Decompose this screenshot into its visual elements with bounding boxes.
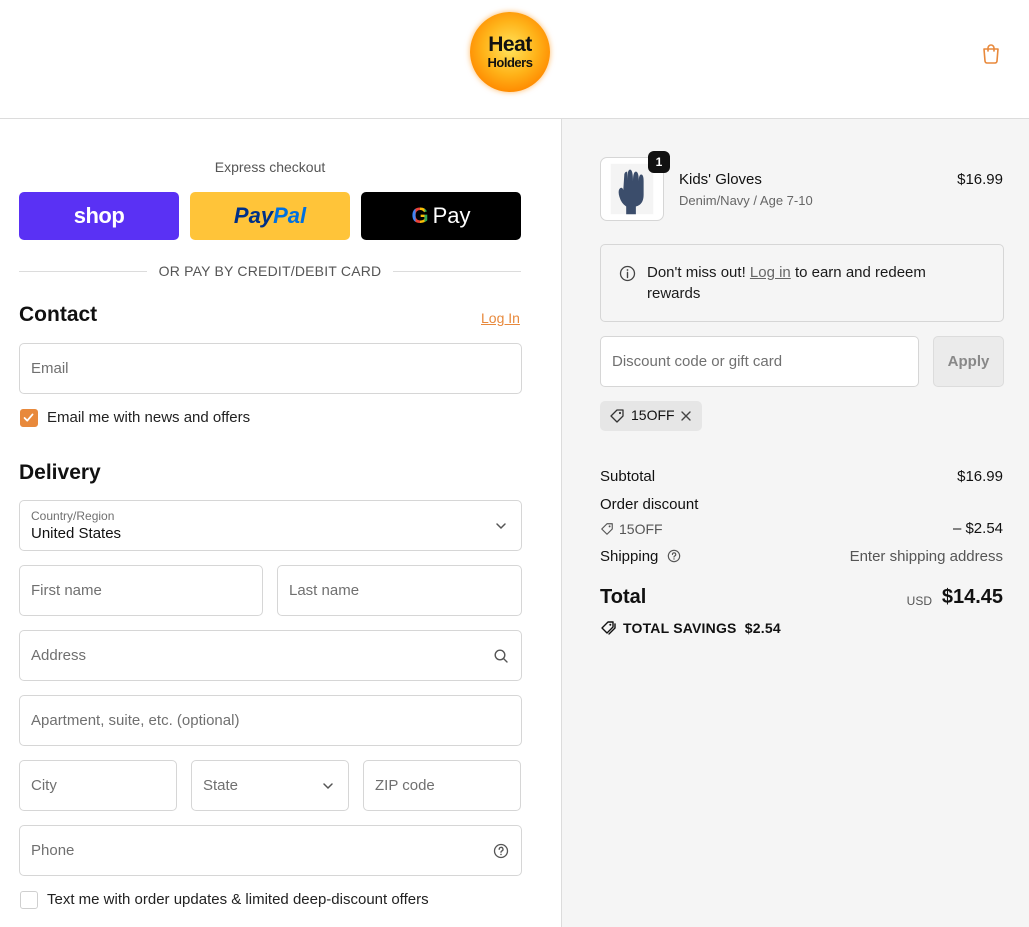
- help-circle-icon[interactable]: [667, 549, 681, 563]
- discount-placeholder: Discount code or gift card: [612, 353, 783, 370]
- shop-pay-label: shop: [73, 203, 125, 228]
- express-checkout-title: Express checkout: [214, 159, 326, 175]
- product-variant: Denim/Navy / Age 7-10: [679, 193, 813, 208]
- first-name-field[interactable]: First name: [19, 565, 263, 616]
- info-icon: [619, 265, 636, 282]
- shopping-bag-icon[interactable]: [980, 42, 1002, 64]
- login-link[interactable]: Log In: [481, 310, 520, 326]
- phone-placeholder: Phone: [31, 842, 75, 859]
- quantity-badge: 1: [648, 151, 670, 173]
- heat-holders-logo[interactable]: Heat Holders: [470, 12, 550, 92]
- total-value: $14.45: [941, 586, 1003, 608]
- shop-pay-button[interactable]: shop: [19, 192, 179, 240]
- help-circle-icon[interactable]: [493, 843, 509, 859]
- zip-placeholder: ZIP code: [375, 777, 435, 794]
- rewards-notice: Don't miss out! Log in to earn and redee…: [600, 244, 1004, 322]
- payment-divider: OR PAY BY CREDIT/DEBIT CARD: [19, 262, 521, 282]
- divider-text: OR PAY BY CREDIT/DEBIT CARD: [146, 263, 394, 279]
- shipping-label: Shipping: [600, 548, 659, 565]
- zip-code-field[interactable]: ZIP code: [363, 760, 521, 811]
- order-discount-code: 15OFF: [600, 521, 663, 537]
- applied-discount-code: 15OFF: [631, 407, 675, 423]
- email-field[interactable]: Email: [19, 343, 522, 394]
- savings-value: $2.54: [744, 620, 781, 636]
- google-g-icon: G: [411, 203, 429, 228]
- order-discount-value: – $2.54: [952, 520, 1003, 537]
- rewards-notice-text: Don't miss out! Log in to earn and redee…: [647, 262, 977, 304]
- address-placeholder: Address: [31, 647, 87, 664]
- product-name: Kids' Gloves: [679, 171, 762, 188]
- country-value: United States: [31, 525, 122, 542]
- chevron-down-icon: [496, 523, 506, 530]
- order-discount-label: Order discount: [600, 496, 699, 513]
- remove-discount-icon[interactable]: [679, 409, 693, 423]
- google-pay-button[interactable]: G Pay: [361, 192, 521, 240]
- apply-button[interactable]: Apply: [933, 336, 1004, 387]
- country-label: Country/Region: [31, 509, 115, 523]
- state-placeholder: State: [203, 777, 239, 794]
- tags-icon: [601, 621, 616, 635]
- product-price: $16.99: [957, 171, 1003, 188]
- shipping-value: Enter shipping address: [849, 548, 1003, 565]
- checkmark-icon: [23, 413, 34, 422]
- tag-icon: [610, 409, 624, 423]
- paypal-label-1: Pay: [233, 203, 274, 228]
- apartment-field[interactable]: Apartment, suite, etc. (optional): [19, 695, 522, 746]
- country-select[interactable]: Country/Region United States: [19, 500, 522, 551]
- last-name-placeholder: Last name: [289, 582, 360, 599]
- phone-field[interactable]: Phone: [19, 825, 522, 876]
- google-pay-label: Pay: [432, 203, 471, 228]
- shipping-label-row: Shipping: [600, 548, 681, 565]
- newsletter-checkbox[interactable]: [20, 409, 38, 427]
- paypal-label-2: Pal: [273, 203, 307, 228]
- savings-label: TOTAL SAVINGS: [623, 620, 737, 636]
- site-header: Heat Holders: [0, 0, 1029, 119]
- checkout-form: Express checkout shop Pay Pal G Pay OR PAY…: [0, 119, 561, 927]
- contact-title: Contact: [19, 303, 98, 326]
- chevron-down-icon: [323, 783, 333, 790]
- sms-label: Text me with order updates & limited dee…: [47, 891, 429, 908]
- delivery-title: Delivery: [19, 461, 101, 484]
- subtotal-label: Subtotal: [600, 468, 656, 485]
- rewards-notice-prefix: Don't miss out!: [647, 264, 750, 281]
- subtotal-value: $16.99: [957, 468, 1003, 485]
- total-label: Total: [600, 586, 647, 608]
- applied-discount-chip: 15OFF: [600, 401, 702, 431]
- order-discount-code-text: 15OFF: [619, 521, 663, 537]
- address-field[interactable]: Address: [19, 630, 522, 681]
- last-name-field[interactable]: Last name: [277, 565, 522, 616]
- paypal-button[interactable]: Pay Pal: [190, 192, 350, 240]
- search-icon: [494, 649, 508, 663]
- state-select[interactable]: State: [191, 760, 349, 811]
- first-name-placeholder: First name: [31, 582, 102, 599]
- newsletter-label: Email me with news and offers: [47, 409, 251, 426]
- city-field[interactable]: City: [19, 760, 177, 811]
- email-placeholder: Email: [31, 360, 69, 377]
- order-summary: 1 Kids' Gloves Denim/Navy / Age 7-10 $16…: [561, 119, 1029, 927]
- discount-code-input[interactable]: Discount code or gift card: [600, 336, 919, 387]
- total-savings: TOTAL SAVINGS $2.54: [600, 620, 781, 636]
- tag-icon: [601, 523, 613, 535]
- rewards-login-link[interactable]: Log in: [750, 264, 791, 281]
- sms-checkbox[interactable]: [20, 891, 38, 909]
- currency-code: USD: [906, 594, 932, 608]
- logo-text: Heat Holders: [487, 33, 533, 70]
- city-placeholder: City: [31, 777, 57, 794]
- apartment-placeholder: Apartment, suite, etc. (optional): [31, 712, 240, 729]
